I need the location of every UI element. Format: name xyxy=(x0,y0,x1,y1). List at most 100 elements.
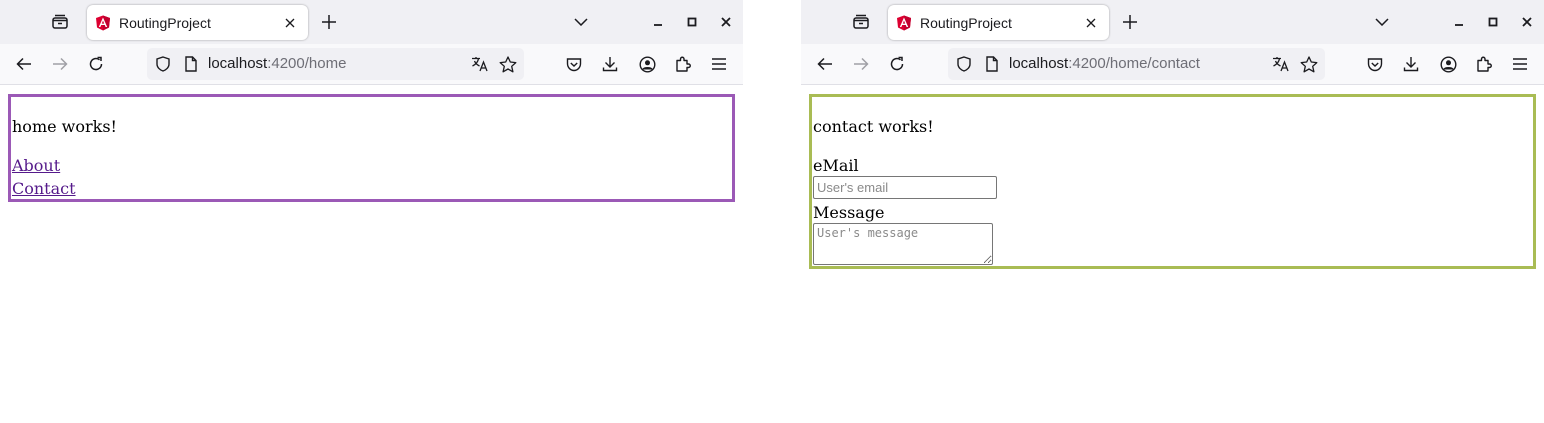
account-icon xyxy=(638,55,656,73)
downloads-button[interactable] xyxy=(595,49,625,79)
message-label: Message xyxy=(813,203,885,222)
navigation-toolbar: localhost:4200/home/contact xyxy=(801,44,1544,85)
tab-title: RoutingProject xyxy=(920,14,1012,31)
translate-button[interactable] xyxy=(468,52,492,76)
url-path: :4200/home/contact xyxy=(1068,55,1200,72)
reload-button[interactable] xyxy=(882,49,912,79)
plus-icon xyxy=(1123,15,1137,29)
page-icon xyxy=(986,56,998,72)
tracking-protection-button[interactable] xyxy=(153,54,173,74)
back-button[interactable] xyxy=(810,49,840,79)
tab-list-button[interactable] xyxy=(845,7,877,37)
extensions-button[interactable] xyxy=(1469,49,1499,79)
translate-icon xyxy=(472,57,488,72)
maximize-icon xyxy=(1488,17,1498,27)
url-text[interactable]: localhost:4200/home xyxy=(208,55,346,72)
reload-icon xyxy=(89,56,103,71)
back-button[interactable] xyxy=(9,49,39,79)
reload-button[interactable] xyxy=(81,49,111,79)
page-heading: home works! xyxy=(12,117,117,136)
minimize-icon xyxy=(654,24,662,26)
back-arrow-icon xyxy=(817,57,832,71)
minimize-button[interactable] xyxy=(1444,7,1474,37)
page-heading: contact works! xyxy=(813,117,934,136)
downloads-button[interactable] xyxy=(1396,49,1426,79)
translate-icon xyxy=(1273,57,1289,72)
forward-button[interactable] xyxy=(45,49,75,79)
message-field[interactable] xyxy=(813,223,993,265)
bookmark-button[interactable] xyxy=(1297,52,1321,76)
pocket-button[interactable] xyxy=(1360,49,1390,79)
tab-strip: RoutingProject xyxy=(801,0,1544,44)
close-icon xyxy=(721,17,731,27)
angular-logo-icon xyxy=(897,15,911,30)
chevron-down-icon xyxy=(574,18,588,26)
chevron-down-icon xyxy=(1375,18,1389,26)
maximize-button[interactable] xyxy=(1478,7,1508,37)
contact-component: contact works! eMail Message xyxy=(809,94,1536,269)
account-button[interactable] xyxy=(632,49,662,79)
tab-strip: RoutingProject xyxy=(0,0,743,44)
contact-link[interactable]: Contact xyxy=(12,179,76,198)
pocket-icon xyxy=(566,57,582,71)
about-link[interactable]: About xyxy=(12,156,60,175)
bookmark-button[interactable] xyxy=(496,52,520,76)
site-info-button[interactable] xyxy=(982,54,1002,74)
forward-arrow-icon xyxy=(53,57,68,71)
hamburger-menu-icon xyxy=(1513,58,1527,70)
star-icon xyxy=(1300,55,1318,72)
url-bar[interactable]: localhost:4200/home xyxy=(147,48,524,80)
home-component: home works! About Contact xyxy=(8,94,735,202)
tab-close-button[interactable] xyxy=(280,13,300,33)
navigation-toolbar: localhost:4200/home xyxy=(0,44,743,85)
pocket-button[interactable] xyxy=(559,49,589,79)
page-icon xyxy=(185,56,197,72)
new-tab-button[interactable] xyxy=(1115,7,1145,37)
maximize-button[interactable] xyxy=(677,7,707,37)
browser-window-home: RoutingProject localhost:4200/home home … xyxy=(0,0,743,423)
tracking-protection-button[interactable] xyxy=(954,54,974,74)
translate-button[interactable] xyxy=(1269,52,1293,76)
forward-button[interactable] xyxy=(846,49,876,79)
back-arrow-icon xyxy=(16,57,31,71)
site-info-button[interactable] xyxy=(181,54,201,74)
account-button[interactable] xyxy=(1433,49,1463,79)
puzzle-icon xyxy=(676,56,691,72)
url-path: :4200/home xyxy=(267,55,347,72)
tab-routingproject[interactable]: RoutingProject xyxy=(87,5,308,40)
close-icon xyxy=(285,18,295,27)
minimize-button[interactable] xyxy=(643,7,673,37)
browser-window-contact: RoutingProject localhost:4200/home/conta… xyxy=(801,0,1544,423)
angular-logo-icon xyxy=(96,15,110,30)
new-tab-button[interactable] xyxy=(314,7,344,37)
tab-list-button[interactable] xyxy=(44,7,76,37)
plus-icon xyxy=(322,15,336,29)
email-label: eMail xyxy=(813,156,859,175)
email-field[interactable] xyxy=(813,176,997,199)
download-icon xyxy=(1403,57,1419,72)
close-window-button[interactable] xyxy=(711,7,741,37)
url-text[interactable]: localhost:4200/home/contact xyxy=(1009,55,1200,72)
app-menu-button[interactable] xyxy=(1505,49,1535,79)
tab-list-icon xyxy=(52,14,68,29)
list-all-tabs-button[interactable] xyxy=(1367,7,1397,37)
close-icon xyxy=(1086,18,1096,27)
url-bar[interactable]: localhost:4200/home/contact xyxy=(948,48,1325,80)
tab-routingproject[interactable]: RoutingProject xyxy=(888,5,1109,40)
tab-close-button[interactable] xyxy=(1081,13,1101,33)
list-all-tabs-button[interactable] xyxy=(566,7,596,37)
puzzle-icon xyxy=(1477,56,1492,72)
minimize-icon xyxy=(1455,24,1463,26)
close-icon xyxy=(1522,17,1532,27)
hamburger-menu-icon xyxy=(712,58,726,70)
shield-icon xyxy=(957,56,971,72)
forward-arrow-icon xyxy=(854,57,869,71)
app-menu-button[interactable] xyxy=(704,49,734,79)
url-host: localhost xyxy=(208,55,268,72)
reload-icon xyxy=(890,56,904,71)
url-host: localhost xyxy=(1009,55,1069,72)
close-window-button[interactable] xyxy=(1512,7,1542,37)
download-icon xyxy=(602,57,618,72)
extensions-button[interactable] xyxy=(668,49,698,79)
shield-icon xyxy=(156,56,170,72)
